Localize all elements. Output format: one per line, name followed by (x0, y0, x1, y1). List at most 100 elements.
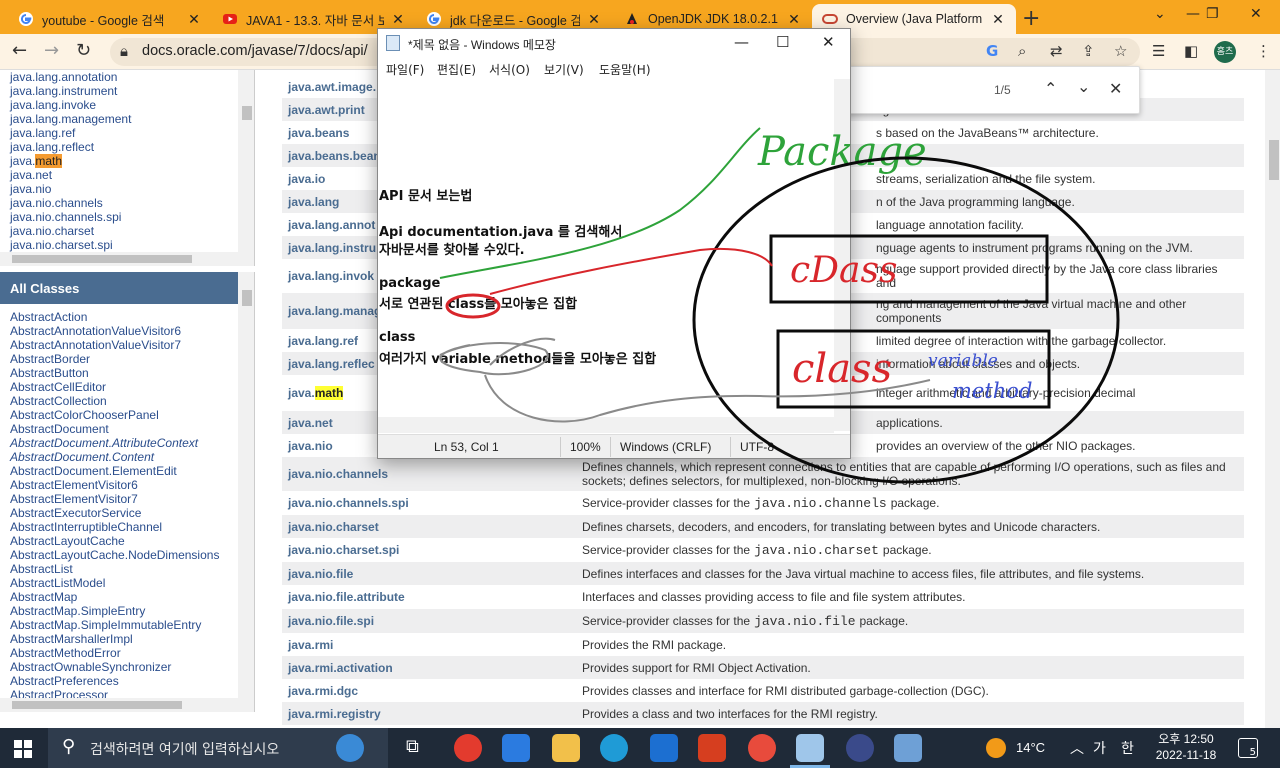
class-link[interactable]: AbstractCollection (0, 394, 254, 408)
package-name-link[interactable]: java.nio.charset.spi (282, 538, 576, 562)
lock-icon[interactable]: 🔒︎ (120, 42, 128, 60)
package-name-link[interactable]: java.nio.file.attribute (282, 585, 576, 609)
class-link[interactable]: AbstractExecutorService (0, 506, 254, 520)
package-name-link[interactable]: java.nio.file.spi (282, 609, 576, 633)
chevron-down-icon[interactable]: ⌄ (1077, 77, 1090, 96)
internet-explorer-icon[interactable] (650, 734, 678, 762)
avatar[interactable]: 홈츠 (1214, 41, 1236, 63)
class-link[interactable]: AbstractDocument (0, 422, 254, 436)
class-link[interactable]: AbstractAction (0, 310, 254, 324)
translate-icon[interactable]: ⇄ (1050, 42, 1063, 60)
eclipse-icon[interactable] (846, 734, 874, 762)
class-link[interactable]: AbstractButton (0, 366, 254, 380)
close-icon[interactable]: ✕ (990, 11, 1006, 28)
class-link[interactable]: AbstractColorChooserPanel (0, 408, 254, 422)
menu-help[interactable]: 도움말(H) (599, 61, 651, 78)
scrollbar[interactable] (238, 70, 254, 266)
package-link[interactable]: java.lang.annotation (0, 70, 254, 84)
menu-file[interactable]: 파일(F) (386, 61, 424, 78)
reading-list-icon[interactable]: ☰ (1152, 42, 1165, 60)
weather-temp[interactable]: 14°C (1016, 740, 1045, 755)
minimize-button[interactable]: — (734, 33, 749, 51)
scrollbar[interactable] (834, 79, 850, 431)
file-explorer-icon[interactable] (552, 734, 580, 762)
class-link[interactable]: AbstractElementVisitor6 (0, 478, 254, 492)
windows-start-icon[interactable] (14, 740, 32, 758)
class-link[interactable]: AbstractCellEditor (0, 380, 254, 394)
class-link[interactable]: AbstractLayoutCache (0, 534, 254, 548)
package-code-link[interactable]: java.nio.channels (754, 496, 887, 511)
menu-edit[interactable]: 편집(E) (437, 61, 476, 78)
package-name-link[interactable]: java.rmi.activation (282, 656, 576, 679)
paint-icon[interactable] (894, 734, 922, 762)
find-icon[interactable]: ⌕ (1018, 42, 1026, 60)
package-link[interactable]: java.nio.channels.spi (0, 210, 254, 224)
page-scrollbar[interactable] (1265, 70, 1280, 728)
package-link[interactable]: java.net (0, 168, 254, 182)
minimize-button[interactable]: — (1186, 6, 1200, 22)
back-button[interactable]: ← (12, 40, 27, 61)
package-name-link[interactable]: java.rmi.dgc (282, 679, 576, 702)
search-highlight-icon[interactable] (336, 734, 364, 762)
package-code-link[interactable]: java.nio.file (754, 614, 855, 629)
class-link[interactable]: AbstractMap.SimpleEntry (0, 604, 254, 618)
close-icon[interactable]: ✕ (186, 11, 202, 28)
office-icon[interactable] (698, 734, 726, 762)
close-icon[interactable]: ✕ (390, 11, 406, 28)
bookmark-star-icon[interactable]: ☆ (1114, 42, 1127, 60)
scrollbar[interactable] (378, 417, 834, 433)
package-link[interactable]: java.nio (0, 182, 254, 196)
url-text[interactable]: docs.oracle.com/javase/7/docs/api/ (142, 43, 368, 59)
package-name-link[interactable]: java.nio.charset (282, 515, 576, 538)
maximize-button[interactable]: ☐ (776, 33, 789, 51)
class-link[interactable]: AbstractMethodError (0, 646, 254, 660)
chevron-up-icon[interactable]: ︿ (1070, 738, 1084, 758)
package-link[interactable]: java.nio.charset.spi (0, 238, 254, 252)
google-lens-icon[interactable]: G (986, 42, 998, 60)
notepad-text-area[interactable]: API 문서 보는법 Api documentation.java 를 검색해서… (379, 79, 835, 431)
scrollbar-thumb[interactable] (242, 290, 252, 306)
forward-button[interactable]: → (44, 40, 59, 61)
class-link[interactable]: AbstractList (0, 562, 254, 576)
chevron-down-icon[interactable]: ⌄ (1154, 6, 1166, 22)
class-link[interactable]: AbstractOwnableSynchronizer (0, 660, 254, 674)
edge-icon[interactable] (600, 734, 628, 762)
menu-format[interactable]: 서식(O) (489, 61, 530, 78)
weather-icon[interactable] (986, 738, 1006, 758)
chrome-icon[interactable] (454, 734, 482, 762)
class-link[interactable]: AbstractDocument.AttributeContext (0, 436, 254, 450)
package-name-link[interactable]: java.nio.channels (282, 457, 576, 491)
class-link[interactable]: AbstractDocument.Content (0, 450, 254, 464)
close-button[interactable]: ✕ (822, 33, 835, 51)
class-link[interactable]: AbstractMap (0, 590, 254, 604)
scrollbar-thumb[interactable] (12, 701, 182, 709)
store-icon[interactable] (502, 734, 530, 762)
package-name-link[interactable]: java.nio.file (282, 562, 576, 585)
share-icon[interactable]: ⇪ (1082, 42, 1095, 60)
package-name-link[interactable]: java.nio.channels.spi (282, 491, 576, 515)
chrome-profile-icon[interactable] (748, 734, 776, 762)
close-window-button[interactable]: ✕ (1250, 6, 1262, 22)
class-link[interactable]: AbstractDocument.ElementEdit (0, 464, 254, 478)
package-link[interactable]: java.lang.ref (0, 126, 254, 140)
scrollbar[interactable] (238, 272, 254, 712)
notepad-window[interactable]: *제목 없음 - Windows 메모장 — ☐ ✕ 파일(F) 편집(E) 서… (377, 28, 851, 459)
ime-hangul[interactable]: 한 (1121, 738, 1134, 758)
class-link[interactable]: AbstractPreferences (0, 674, 254, 688)
class-link[interactable]: AbstractMarshallerImpl (0, 632, 254, 646)
class-link[interactable]: AbstractAnnotationValueVisitor6 (0, 324, 254, 338)
class-link[interactable]: AbstractInterruptibleChannel (0, 520, 254, 534)
package-link[interactable]: java.lang.management (0, 112, 254, 126)
class-link[interactable]: AbstractBorder (0, 352, 254, 366)
menu-view[interactable]: 보기(V) (544, 61, 584, 78)
tab-youtube-search[interactable]: youtube - Google 검색 ✕ (8, 4, 212, 34)
class-link[interactable]: AbstractElementVisitor7 (0, 492, 254, 506)
notepad-titlebar[interactable]: *제목 없음 - Windows 메모장 — ☐ ✕ (378, 29, 850, 57)
restore-button[interactable]: ❐ (1206, 6, 1219, 22)
scrollbar[interactable] (0, 252, 238, 266)
ime-mode[interactable]: 가 (1093, 738, 1106, 758)
class-link[interactable]: AbstractAnnotationValueVisitor7 (0, 338, 254, 352)
class-link[interactable]: AbstractMap.SimpleImmutableEntry (0, 618, 254, 632)
side-panel-icon[interactable]: ◧ (1184, 42, 1198, 60)
notification-center-icon[interactable]: 5 (1238, 738, 1258, 758)
